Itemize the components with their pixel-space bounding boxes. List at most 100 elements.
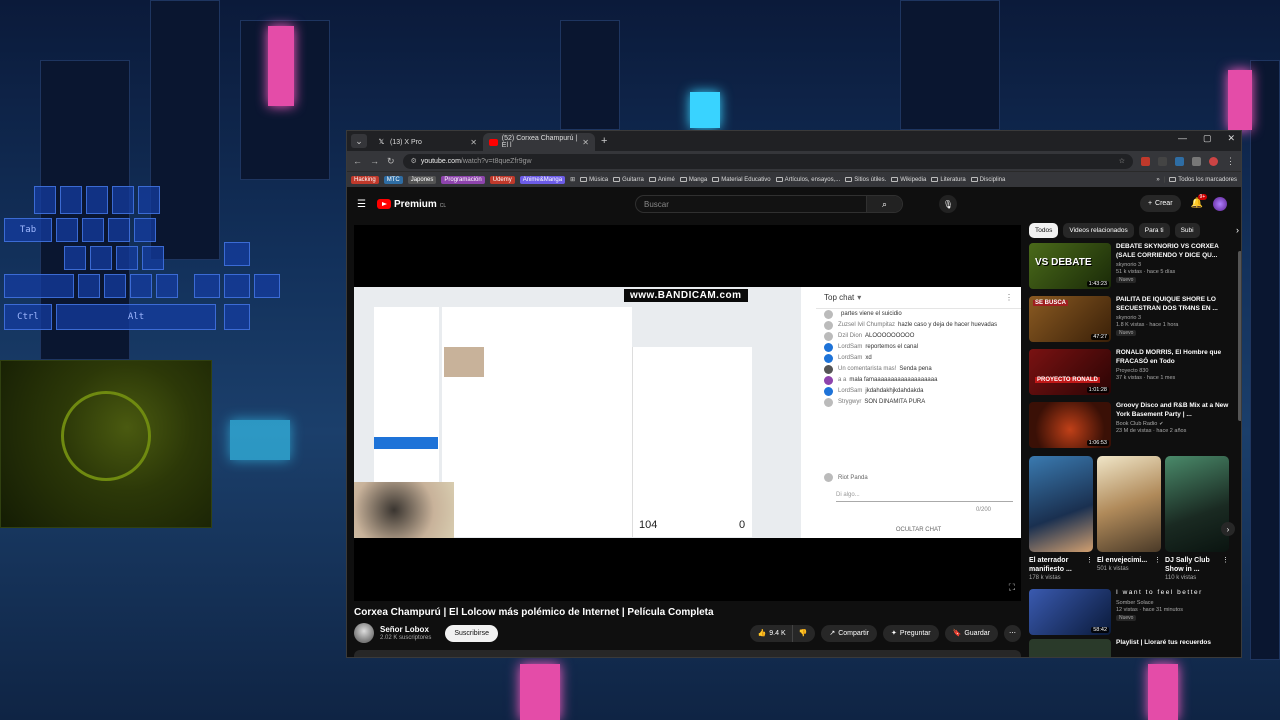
bookmark-programacion[interactable]: Programación	[441, 175, 485, 184]
video-thumbnail[interactable]	[1029, 639, 1111, 657]
bookmark-japones[interactable]: Japones	[407, 175, 437, 184]
extension-icon[interactable]	[1141, 156, 1150, 166]
bookmark-folder[interactable]: Guitarra	[613, 177, 644, 183]
maximize-button[interactable]: ▢	[1203, 133, 1212, 144]
short-item[interactable]: DJ Sally Club Show in ... ⋮ 110 k vistas	[1165, 456, 1229, 581]
extension-icon[interactable]	[1158, 156, 1167, 166]
recommendation-item[interactable]: 58:42 I want to feel better Somber Solac…	[1029, 589, 1239, 637]
reload-icon[interactable]: ↻	[387, 156, 395, 167]
shorts-next-button[interactable]: ›	[1221, 522, 1235, 536]
menu-kebab-icon[interactable]: ⋮	[1226, 156, 1235, 167]
video-thumbnail[interactable]: SE BUSCA 47:27	[1029, 296, 1111, 342]
chip-related[interactable]: Videos relacionados	[1063, 222, 1134, 238]
bookmark-anime-manga[interactable]: Anime&Manga	[519, 175, 566, 184]
bookmark-folder[interactable]: Wikipedia	[891, 177, 926, 183]
search-input[interactable]	[636, 199, 866, 209]
video-thumbnail[interactable]: 58:42	[1029, 589, 1111, 635]
bookmark-folder[interactable]: Música	[580, 177, 608, 183]
fullscreen-icon[interactable]: ⛶	[1009, 582, 1015, 593]
apps-grid-icon[interactable]: ⊞	[570, 176, 575, 183]
close-window-button[interactable]: ✕	[1227, 133, 1235, 144]
bookmark-mtc[interactable]: MTC	[383, 175, 403, 184]
bookmark-star-icon[interactable]: ☆	[1119, 157, 1125, 165]
notifications-button[interactable]: 🔔 9+	[1191, 194, 1208, 209]
subscribe-button[interactable]: Suscribirse	[445, 624, 498, 642]
recommendation-title[interactable]: Groovy Disco and R&B Mix at a New York B…	[1116, 402, 1239, 419]
bookmark-hacking[interactable]: Hacking	[351, 175, 379, 184]
channel-name[interactable]: Señor Lobox	[380, 625, 431, 634]
menu-kebab-icon[interactable]: ⋮	[1086, 556, 1093, 574]
profile-avatar[interactable]	[1209, 156, 1218, 166]
chip-uploaded[interactable]: Subi	[1174, 222, 1200, 238]
recommendation-item[interactable]: SE BUSCA 47:27 PAILITA DE IQUIQUE SHORE …	[1029, 296, 1239, 344]
avatar	[824, 354, 833, 363]
bookmark-folder[interactable]: Literatura	[931, 177, 966, 183]
video-player[interactable]: 104 0 www.BANDICAM.com Top chat ▾ ⋮ part…	[354, 225, 1021, 601]
like-button[interactable]: 👍 9.4 K	[749, 624, 793, 642]
forward-icon[interactable]: →	[370, 156, 379, 166]
back-icon[interactable]: ←	[353, 156, 362, 166]
recommendation-item[interactable]: Playlist | Lloraré tus recuerdos	[1029, 639, 1239, 657]
site-info-icon[interactable]: ⚙	[411, 157, 417, 165]
ask-button[interactable]: ✦ Preguntar	[882, 624, 939, 642]
short-title[interactable]: DJ Sally Club Show in ...	[1165, 556, 1222, 574]
chip-for-you[interactable]: Para ti	[1138, 222, 1170, 238]
page-scrollbar[interactable]	[1238, 251, 1241, 421]
short-thumbnail[interactable]	[1097, 456, 1161, 552]
bookmark-folder[interactable]: Artículos, ensayos,...	[775, 176, 841, 183]
bookmark-folder[interactable]: Manga	[679, 177, 707, 183]
save-button[interactable]: 🔖 Guardar	[944, 624, 998, 642]
short-title[interactable]: El aterrador manifiesto ...	[1029, 556, 1086, 574]
recommendation-item[interactable]: 1:06:53 Groovy Disco and R&B Mix at a Ne…	[1029, 402, 1239, 450]
short-thumbnail[interactable]	[1029, 456, 1093, 552]
tab-youtube[interactable]: (52) Corxea Champurú | El l ✕	[483, 133, 595, 151]
recommendation-title[interactable]: Playlist | Lloraré tus recuerdos	[1116, 639, 1239, 648]
bookmarks-overflow-button[interactable]: »	[1156, 177, 1159, 183]
recommendation-title[interactable]: PAILITA DE IQUIQUE SHORE LO SECUESTRAN D…	[1116, 296, 1239, 313]
all-bookmarks-folder[interactable]: Todos los marcadores	[1169, 177, 1237, 183]
share-button[interactable]: ↗ Compartir	[821, 624, 877, 642]
more-actions-button[interactable]: ⋯	[1004, 624, 1021, 642]
bookmark-folder[interactable]: Material Educativo	[712, 177, 771, 183]
recommendation-title[interactable]: RONALD MORRIS, El Hombre que FRACASÓ en …	[1116, 349, 1239, 366]
close-icon[interactable]: ✕	[582, 138, 589, 147]
bookmark-udemy[interactable]: Udemy	[489, 175, 515, 184]
menu-hamburger-icon[interactable]: ☰	[357, 199, 367, 210]
channel-avatar[interactable]	[354, 623, 374, 643]
chip-todos[interactable]: Todos	[1029, 222, 1059, 238]
tab-x-pro[interactable]: 𝕏 (13) X Pro ✕	[371, 133, 483, 151]
short-thumbnail[interactable]	[1165, 456, 1229, 552]
extensions-puzzle-icon[interactable]	[1192, 156, 1201, 166]
account-avatar[interactable]	[1213, 196, 1227, 211]
recommendation-title[interactable]: DEBATE SKYNORIO VS CORXEA (SALE CORRIEND…	[1116, 243, 1239, 260]
recommendation-title[interactable]: I want to feel better	[1116, 589, 1239, 598]
chevron-right-icon[interactable]: ›	[1236, 225, 1239, 235]
short-title[interactable]: El envejecimi...	[1097, 556, 1154, 565]
dislike-button[interactable]: 👎	[792, 624, 816, 642]
youtube-logo[interactable]: Premium CL	[377, 199, 446, 210]
short-item[interactable]: El aterrador manifiesto ... ⋮ 178 k vista…	[1029, 456, 1093, 581]
search-button[interactable]: ⌕	[866, 196, 902, 212]
video-thumbnail[interactable]: VS DEBATE 1:43:23	[1029, 243, 1111, 289]
recommendation-item[interactable]: PROYECTO RONALD 1:01:28 RONALD MORRIS, E…	[1029, 349, 1239, 397]
new-badge: Nuevo	[1116, 330, 1137, 336]
video-thumbnail[interactable]: PROYECTO RONALD 1:01:28	[1029, 349, 1111, 395]
menu-kebab-icon[interactable]: ⋮	[1154, 556, 1161, 565]
bookmark-folder[interactable]: Disciplina	[970, 177, 1005, 183]
tab-search-button[interactable]: ⌄	[351, 134, 367, 148]
address-bar[interactable]: ⚙ youtube.com/watch?v=t8queZfr9gw ☆	[402, 153, 1133, 169]
menu-kebab-icon[interactable]: ⋮	[1222, 556, 1229, 574]
bookmark-folder-label: Artículos, ensayos,...	[784, 176, 841, 183]
short-item[interactable]: El envejecimi... ⋮ 501 k vistas	[1097, 456, 1161, 581]
bookmark-folder[interactable]: Animé	[648, 177, 675, 183]
voice-search-button[interactable]: 🎙	[939, 195, 957, 213]
new-tab-button[interactable]: +	[601, 135, 607, 147]
extension-icon[interactable]	[1175, 156, 1184, 166]
video-thumbnail[interactable]: 1:06:53	[1029, 402, 1111, 448]
minimize-button[interactable]: —	[1178, 133, 1187, 144]
bookmark-folder[interactable]: Sitios útiles.	[845, 177, 886, 183]
close-icon[interactable]: ✕	[470, 138, 477, 147]
description-box[interactable]	[354, 650, 1021, 657]
create-button[interactable]: + Crear	[1139, 195, 1181, 212]
recommendation-item[interactable]: VS DEBATE 1:43:23 DEBATE SKYNORIO VS COR…	[1029, 243, 1239, 291]
